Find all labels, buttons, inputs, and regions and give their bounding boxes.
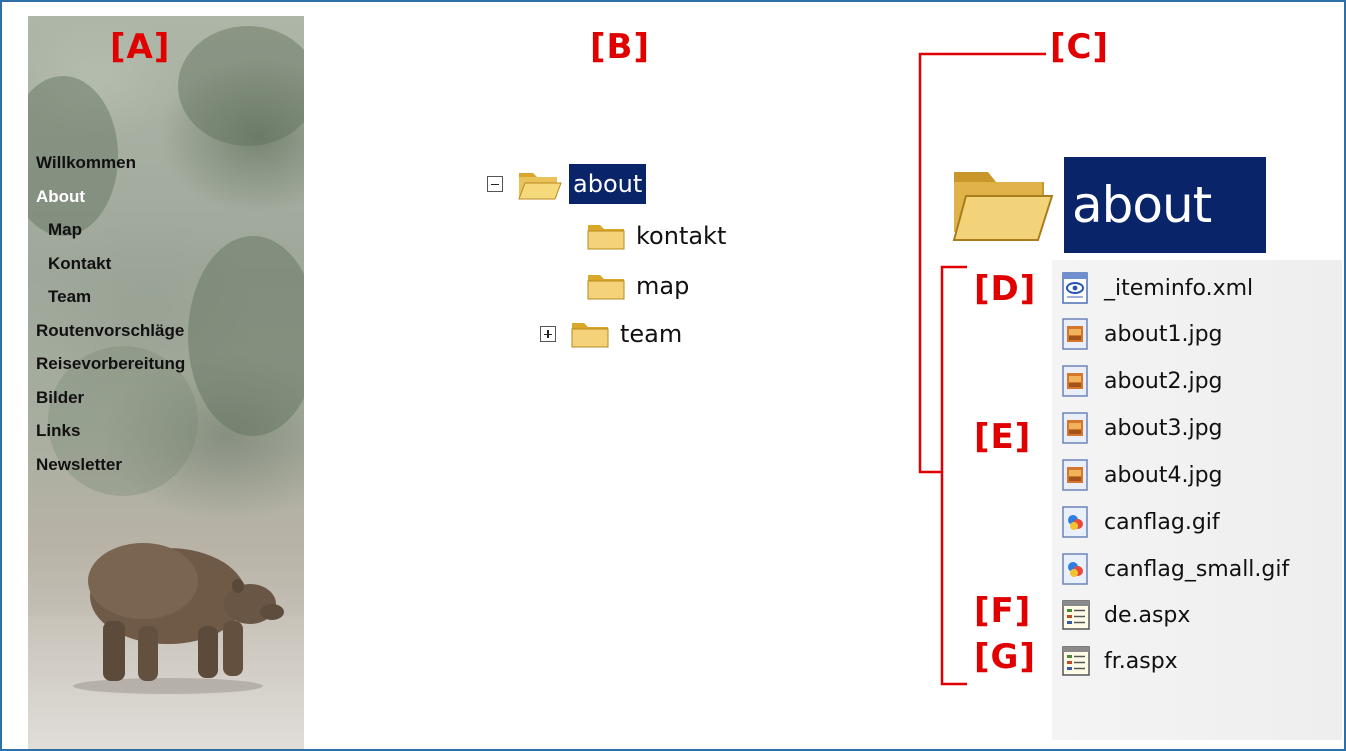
file-row[interactable]: about4.jpg [1060, 452, 1223, 498]
jpg-file-icon [1060, 317, 1104, 351]
gif-file-icon [1060, 505, 1104, 539]
callout-f: [F] [974, 591, 1032, 631]
file-name: about1.jpg [1104, 321, 1223, 347]
jpg-file-icon [1060, 458, 1104, 492]
gif-file-icon [1060, 552, 1104, 586]
jpg-file-icon [1060, 364, 1104, 398]
file-name: fr.aspx [1104, 648, 1178, 674]
xml-file-icon [1060, 271, 1104, 305]
aspx-file-icon [1060, 598, 1104, 632]
callout-e: [E] [974, 417, 1032, 457]
large-open-folder-icon [952, 172, 1054, 241]
aspx-file-icon [1060, 644, 1104, 678]
figure-frame: [A] Willkommen About Map Kontakt Team Routenv… [0, 0, 1346, 751]
callout-g: [G] [974, 637, 1036, 677]
file-name: canflag.gif [1104, 509, 1220, 535]
callout-d: [D] [974, 269, 1037, 309]
file-row[interactable]: canflag.gif [1060, 499, 1220, 545]
file-row[interactable]: fr.aspx [1060, 638, 1178, 684]
file-name: canflag_small.gif [1104, 556, 1290, 582]
file-row[interactable]: de.aspx [1060, 592, 1190, 638]
file-name: about2.jpg [1104, 368, 1223, 394]
file-name: about4.jpg [1104, 462, 1223, 488]
file-name: _iteminfo.xml [1104, 275, 1254, 301]
file-name: about3.jpg [1104, 415, 1223, 441]
file-row[interactable]: about2.jpg [1060, 358, 1223, 404]
jpg-file-icon [1060, 411, 1104, 445]
file-row[interactable]: canflag_small.gif [1060, 546, 1289, 592]
folder-title-about[interactable]: about [1064, 157, 1266, 253]
file-row[interactable]: about1.jpg [1060, 311, 1223, 357]
file-name: de.aspx [1104, 602, 1191, 628]
callout-c: [C] [1050, 27, 1110, 67]
file-row[interactable]: _iteminfo.xml [1060, 265, 1253, 311]
file-row[interactable]: about3.jpg [1060, 405, 1223, 451]
